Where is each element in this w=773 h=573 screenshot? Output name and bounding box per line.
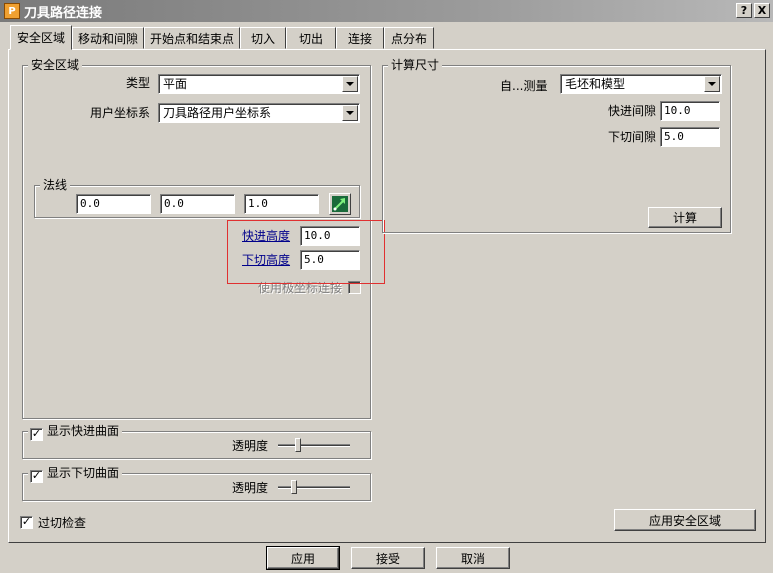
normal-z-input[interactable]: 1.0: [244, 194, 319, 214]
plunge-surface-header: ✓ 显示下切曲面: [28, 466, 123, 483]
apply-safe-area-button[interactable]: 应用安全区域: [614, 509, 756, 531]
type-select[interactable]: 平面: [158, 74, 360, 94]
accept-button[interactable]: 接受: [351, 547, 425, 569]
show-plunge-surface-checkbox[interactable]: ✓: [30, 470, 43, 483]
tab-start-end-points[interactable]: 开始点和结束点: [144, 27, 240, 49]
calculate-button[interactable]: 计算: [648, 207, 722, 228]
rapid-surface-header: ✓ 显示快进曲面: [28, 424, 123, 441]
pick-direction-button[interactable]: [329, 193, 351, 215]
chevron-down-icon[interactable]: [704, 76, 720, 92]
plunge-transparency-label: 透明度: [232, 481, 269, 495]
tab-lead-out[interactable]: 切出: [286, 27, 336, 49]
safe-area-group-label: 安全区域: [28, 58, 83, 72]
cancel-button[interactable]: 取消: [436, 547, 510, 569]
tab-safe-area[interactable]: 安全区域: [10, 25, 72, 50]
measure-from-value: 毛坯和模型: [565, 77, 626, 91]
normal-group-label: 法线: [40, 178, 71, 192]
close-button[interactable]: X: [754, 3, 770, 18]
measure-from-select[interactable]: 毛坯和模型: [560, 74, 722, 94]
plunge-gap-input[interactable]: 5.0: [660, 127, 720, 147]
tab-lead-in[interactable]: 切入: [240, 27, 286, 49]
show-plunge-surface-label: 显示下切曲面: [47, 466, 120, 480]
plunge-transparency-thumb[interactable]: [291, 480, 298, 494]
show-rapid-surface-label: 显示快进曲面: [47, 424, 120, 438]
measure-from-label: 自...测量: [500, 79, 548, 93]
gouge-check-label: 过切检查: [38, 516, 87, 530]
plunge-gap-label: 下切间隙: [608, 130, 657, 144]
plunge-transparency-slider[interactable]: [278, 486, 350, 489]
tab-links[interactable]: 连接: [336, 27, 384, 49]
normal-y-input[interactable]: 0.0: [160, 194, 235, 214]
app-icon: P: [4, 3, 20, 19]
calc-size-group-label: 计算尺寸: [388, 58, 443, 72]
rapid-transparency-thumb[interactable]: [294, 438, 301, 452]
window-title: 刀具路径连接: [24, 5, 103, 21]
ucs-select[interactable]: 刀具路径用户坐标系: [158, 103, 360, 123]
tab-point-distribution[interactable]: 点分布: [384, 27, 434, 49]
chevron-down-icon[interactable]: [342, 76, 358, 92]
rapid-gap-input[interactable]: 10.0: [660, 101, 720, 121]
gouge-check-checkbox[interactable]: ✓: [20, 516, 33, 529]
show-rapid-surface-checkbox[interactable]: ✓: [30, 428, 43, 441]
type-label: 类型: [126, 76, 151, 90]
rapid-transparency-slider[interactable]: [278, 444, 350, 447]
help-button[interactable]: ?: [736, 3, 752, 18]
normal-x-input[interactable]: 0.0: [76, 194, 151, 214]
pick-direction-icon: [332, 196, 348, 212]
chevron-down-icon[interactable]: [342, 105, 358, 121]
ucs-select-value: 刀具路径用户坐标系: [163, 106, 272, 120]
ucs-label: 用户坐标系: [90, 106, 151, 120]
title-bar: P 刀具路径连接 ? X: [0, 0, 773, 22]
tab-moves-gaps[interactable]: 移动和间隙: [72, 27, 144, 49]
highlight-annotation: [227, 220, 385, 284]
rapid-gap-label: 快进间隙: [608, 104, 657, 118]
type-select-value: 平面: [163, 77, 188, 91]
apply-button[interactable]: 应用: [266, 546, 340, 570]
rapid-transparency-label: 透明度: [232, 439, 269, 453]
